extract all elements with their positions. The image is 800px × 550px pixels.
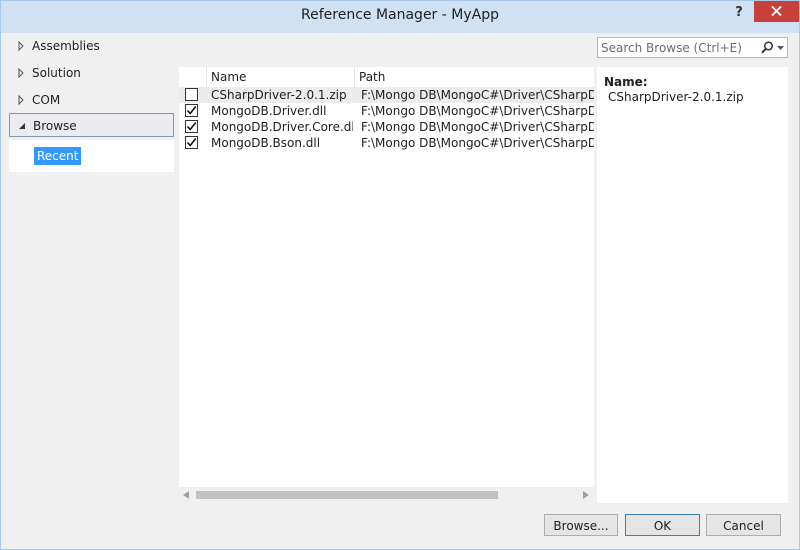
details-pane: Name: CSharpDriver-2.0.1.zip	[597, 67, 788, 503]
expand-arrow-icon[interactable]	[17, 61, 27, 85]
sidebar-item-assemblies[interactable]: Assemblies	[9, 34, 174, 58]
collapse-arrow-icon[interactable]	[18, 114, 28, 138]
sidebar-nav: Assemblies Solution COM Browse Recent	[9, 34, 174, 506]
checkmark-icon	[186, 122, 197, 131]
browse-subitems: Recent	[9, 140, 174, 172]
expand-arrow-icon[interactable]	[17, 88, 27, 112]
file-name: MongoDB.Driver.dll	[211, 104, 327, 118]
reference-manager-dialog: Reference Manager - MyApp ? Assemblies S…	[0, 0, 800, 550]
search-box[interactable]	[597, 37, 788, 58]
file-name: MongoDB.Driver.Core.dll	[211, 120, 353, 134]
table-row[interactable]: CSharpDriver-2.0.1.zip F:\Mongo DB\Mongo…	[179, 87, 594, 103]
scroll-right-icon[interactable]	[583, 491, 589, 499]
chevron-down-icon[interactable]	[777, 46, 784, 50]
close-icon	[771, 6, 782, 16]
browse-button[interactable]: Browse...	[544, 514, 618, 536]
column-header-label: Path	[359, 70, 386, 84]
list-header: Name Path	[179, 67, 594, 88]
sidebar-item-solution[interactable]: Solution	[9, 61, 174, 85]
checkmark-icon	[186, 106, 197, 115]
ok-button[interactable]: OK	[625, 514, 700, 536]
search-icon[interactable]	[761, 41, 774, 54]
file-path: F:\Mongo DB\MongoC#\Driver\CSharpDriver-…	[361, 136, 594, 150]
file-path: F:\Mongo DB\MongoC#\Driver\CSharpDriver-…	[361, 88, 594, 102]
table-row[interactable]: MongoDB.Driver.Core.dll F:\Mongo DB\Mong…	[179, 119, 594, 135]
column-header-check[interactable]	[179, 67, 207, 87]
file-name: MongoDB.Bson.dll	[211, 136, 321, 150]
details-name-value: CSharpDriver-2.0.1.zip	[608, 90, 744, 104]
sidebar-item-label: Assemblies	[32, 39, 100, 53]
column-header-path[interactable]: Path	[355, 67, 594, 87]
sidebar-item-label: COM	[32, 93, 61, 107]
checkmark-icon	[186, 138, 197, 147]
scrollbar-thumb[interactable]	[196, 491, 498, 499]
search-input[interactable]	[601, 40, 756, 55]
reference-checkbox[interactable]	[185, 120, 198, 133]
column-header-name[interactable]: Name	[207, 67, 355, 87]
close-button[interactable]	[754, 1, 799, 22]
file-path: F:\Mongo DB\MongoC#\Driver\CSharpDriver-…	[361, 120, 594, 134]
reference-checkbox[interactable]	[185, 88, 198, 101]
sidebar-item-com[interactable]: COM	[9, 88, 174, 112]
sidebar-item-browse[interactable]: Browse	[9, 113, 174, 137]
cancel-button[interactable]: Cancel	[706, 514, 781, 536]
reference-checkbox[interactable]	[185, 136, 198, 149]
ok-button-label: OK	[653, 519, 672, 533]
file-name: CSharpDriver-2.0.1.zip	[211, 88, 347, 102]
cancel-button-label: Cancel	[723, 519, 764, 533]
details-name-label: Name:	[604, 75, 648, 89]
reference-list: Name Path CSharpDriver-2.0.1.zip F:\Mong…	[179, 67, 594, 503]
title-bar: Reference Manager - MyApp ?	[1, 1, 799, 33]
browse-button-label: Browse...	[553, 519, 609, 533]
window-title: Reference Manager - MyApp	[301, 7, 499, 23]
reference-checkbox[interactable]	[185, 104, 198, 117]
horizontal-scrollbar[interactable]	[179, 487, 594, 503]
table-row[interactable]: MongoDB.Bson.dll F:\Mongo DB\MongoC#\Dri…	[179, 135, 594, 151]
table-row[interactable]: MongoDB.Driver.dll F:\Mongo DB\MongoC#\D…	[179, 103, 594, 119]
sidebar-item-label: Solution	[32, 66, 81, 80]
sidebar-item-label: Browse	[33, 119, 77, 133]
scroll-left-icon[interactable]	[183, 491, 189, 499]
file-path: F:\Mongo DB\MongoC#\Driver\CSharpDriver-…	[361, 104, 594, 118]
column-header-label: Name	[211, 70, 247, 84]
expand-arrow-icon[interactable]	[17, 34, 27, 58]
sidebar-item-recent[interactable]: Recent	[34, 147, 82, 165]
dialog-footer: Browse... OK Cancel	[1, 507, 799, 549]
help-button[interactable]: ?	[727, 3, 751, 23]
